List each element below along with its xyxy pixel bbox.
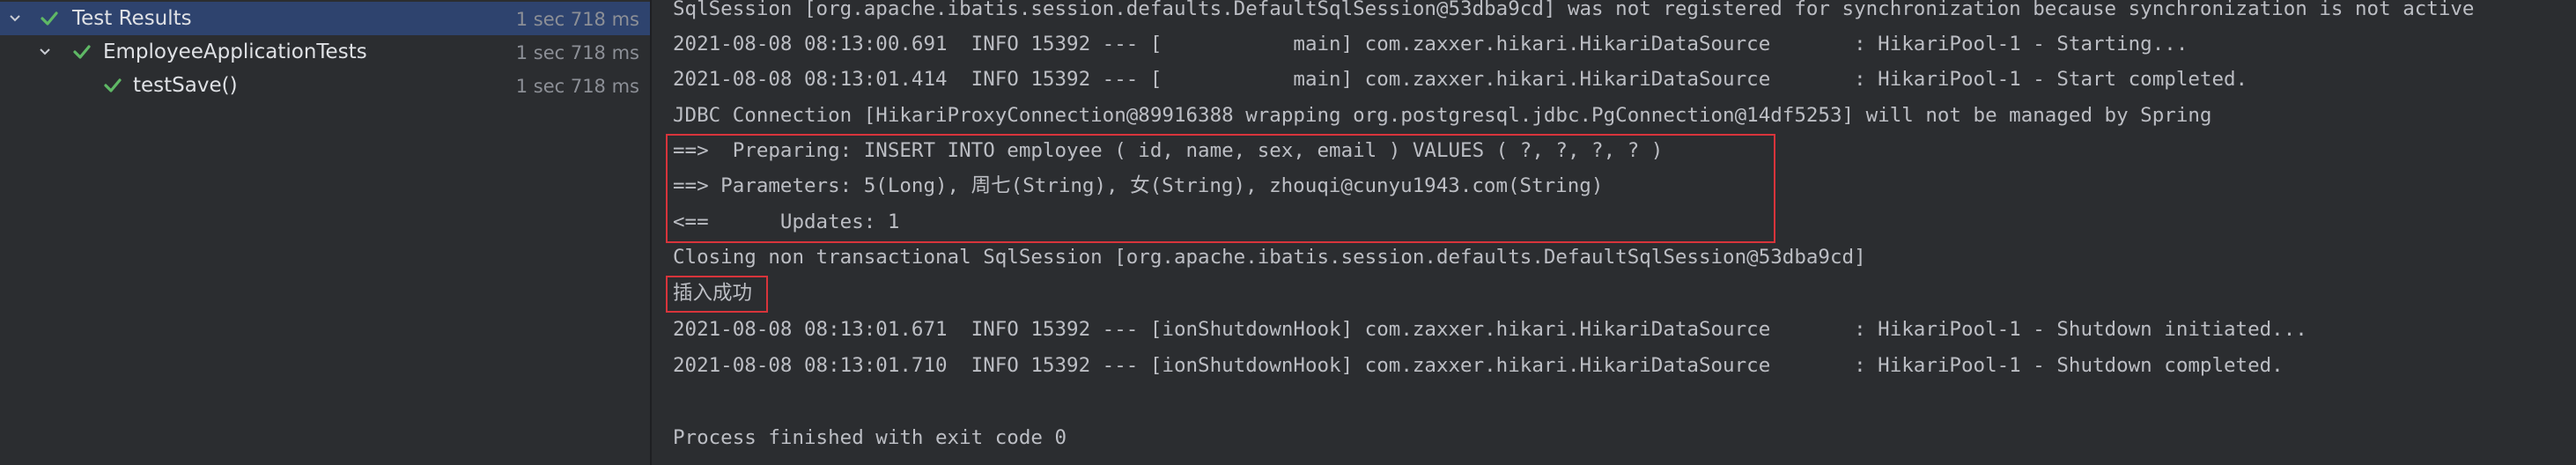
- console-line: JDBC Connection [HikariProxyConnection@8…: [673, 104, 2212, 127]
- console-line: SqlSession [org.apache.ibatis.session.de…: [673, 0, 2475, 20]
- console-line: 2021-08-08 08:13:01.671 INFO 15392 --- […: [673, 318, 2307, 341]
- chevron-down-icon[interactable]: [39, 46, 51, 58]
- test-duration: 1 sec 718 ms: [515, 76, 639, 97]
- tree-node-employee-application-tests[interactable]: EmployeeApplicationTests 1 sec 718 ms: [0, 35, 650, 69]
- tree-node-label: Test Results: [72, 7, 192, 30]
- console-line: 2021-08-08 08:13:00.691 INFO 15392 --- […: [673, 33, 2188, 55]
- console-line: 2021-08-08 08:13:01.414 INFO 15392 --- […: [673, 68, 2248, 91]
- test-passed-icon: [72, 42, 92, 62]
- tree-node-label: EmployeeApplicationTests: [103, 41, 367, 63]
- test-results-tree: Test Results 1 sec 718 ms EmployeeApplic…: [0, 0, 650, 465]
- tree-node-test-results[interactable]: Test Results 1 sec 718 ms: [0, 2, 650, 35]
- console-line-exit-status: Process finished with exit code 0: [673, 426, 1067, 449]
- sql-log-highlight-box: [666, 134, 1775, 243]
- test-passed-icon: [103, 76, 122, 95]
- console-line: Closing non transactional SqlSession [or…: [673, 246, 1866, 269]
- test-duration: 1 sec 718 ms: [515, 9, 639, 30]
- console-line: 2021-08-08 08:13:01.710 INFO 15392 --- […: [673, 354, 2284, 377]
- test-duration: 1 sec 718 ms: [515, 42, 639, 63]
- success-message-highlight-box: [666, 276, 768, 313]
- tree-node-label: testSave(): [133, 74, 238, 97]
- chevron-down-icon[interactable]: [9, 12, 21, 25]
- console-output[interactable]: SqlSession [org.apache.ibatis.session.de…: [652, 0, 2576, 465]
- tree-node-test-save[interactable]: testSave() 1 sec 718 ms: [0, 69, 650, 102]
- run-tool-window: Test Results 1 sec 718 ms EmployeeApplic…: [0, 0, 2576, 465]
- test-passed-icon: [40, 9, 59, 28]
